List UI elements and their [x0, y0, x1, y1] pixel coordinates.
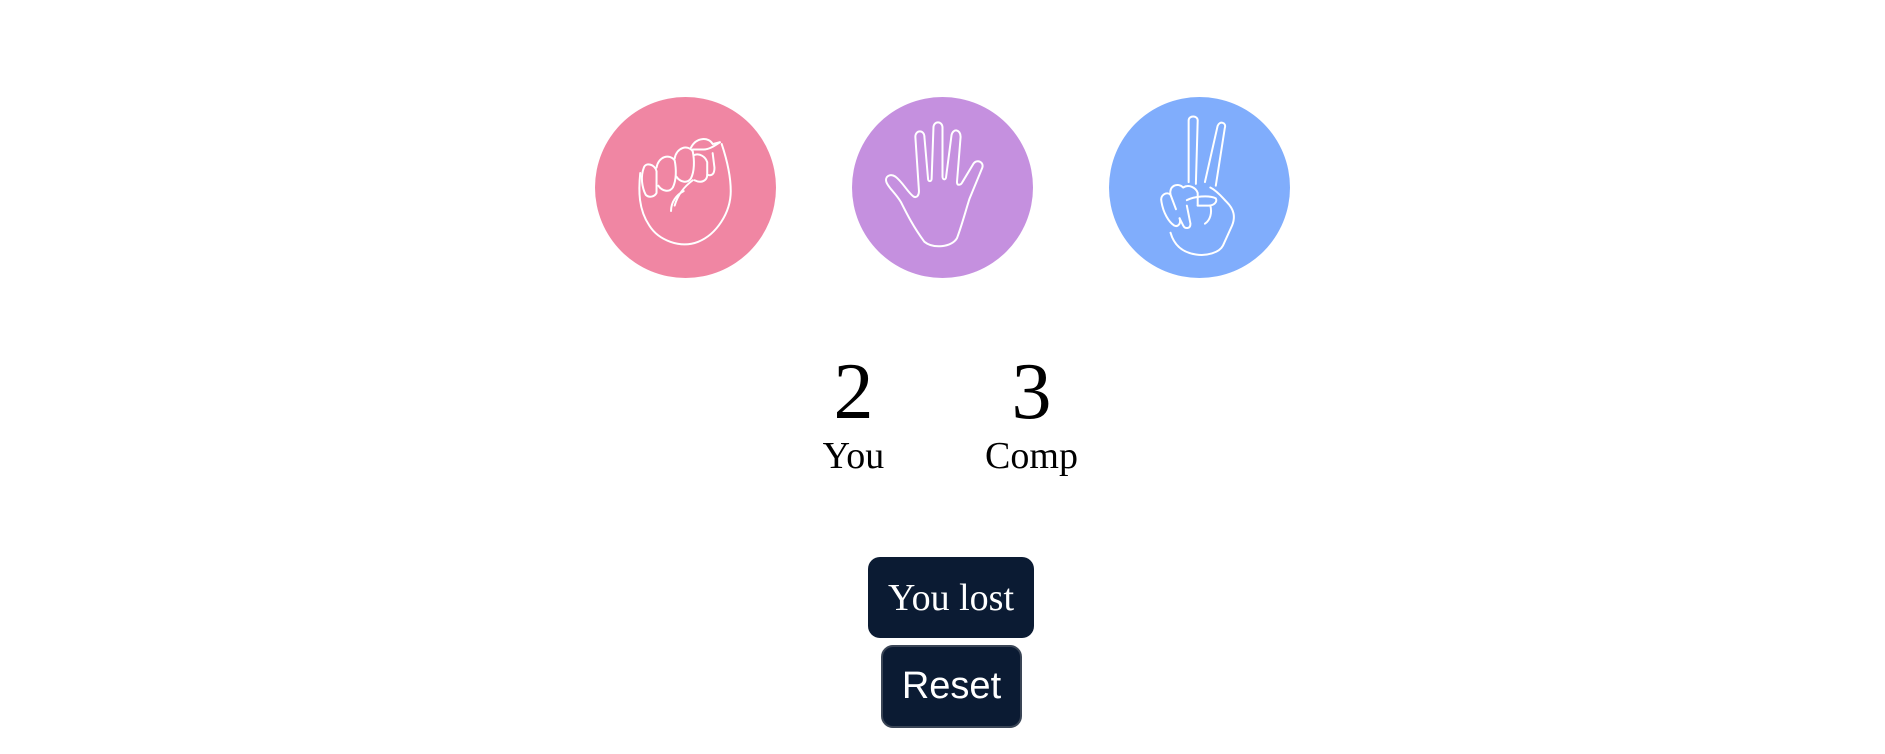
- open-hand-icon: [885, 121, 984, 248]
- computer-label: Comp: [985, 435, 1078, 477]
- computer-score: 3: [1011, 348, 1052, 436]
- player-score-block: 2 You: [814, 346, 894, 476]
- reset-button[interactable]: Reset: [881, 645, 1022, 728]
- paper-button[interactable]: [852, 97, 1033, 278]
- rock-button[interactable]: [595, 97, 776, 278]
- result-message: You lost: [868, 557, 1034, 638]
- choice-buttons: [0, 97, 1885, 278]
- fist-icon: [638, 138, 732, 246]
- computer-score-block: 3 Comp: [985, 346, 1078, 476]
- scissors-button[interactable]: [1109, 97, 1290, 278]
- player-score: 2: [833, 348, 874, 436]
- player-label: You: [822, 435, 885, 477]
- scoreboard: 2 You 3 Comp: [0, 346, 1885, 476]
- peace-hand-icon: [1160, 115, 1235, 256]
